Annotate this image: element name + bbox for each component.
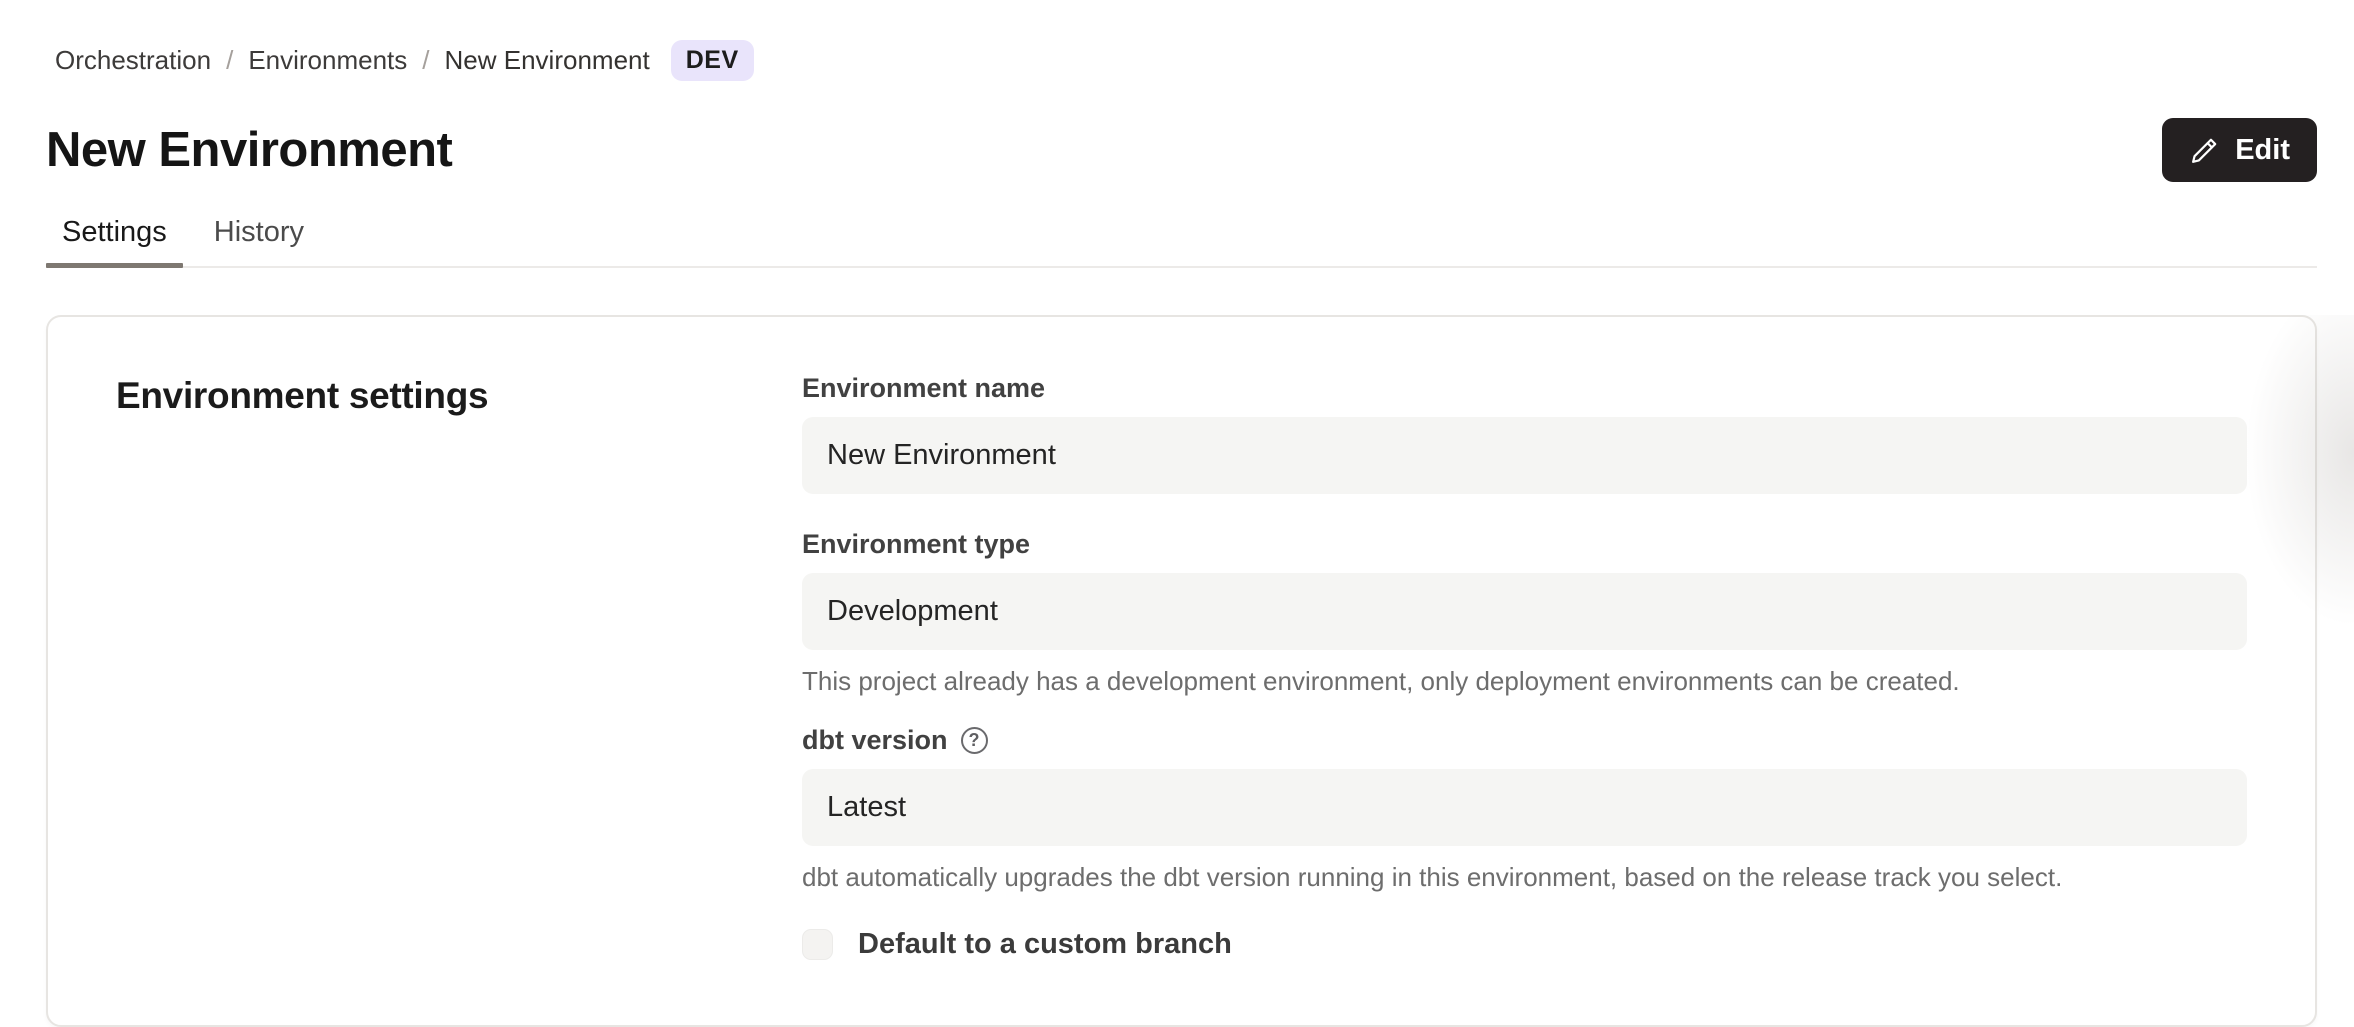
environment-type-badge: DEV bbox=[671, 40, 754, 81]
page-header: New Environment Edit bbox=[46, 118, 2317, 182]
breadcrumb-item-orchestration[interactable]: Orchestration bbox=[55, 45, 211, 76]
environment-name-label: Environment name bbox=[802, 371, 1045, 405]
custom-branch-label: Default to a custom branch bbox=[858, 928, 1232, 961]
breadcrumb-separator: / bbox=[226, 45, 233, 76]
custom-branch-checkbox[interactable] bbox=[802, 929, 833, 960]
breadcrumb-item-new-environment: New Environment bbox=[445, 45, 650, 76]
dbt-version-label-row: dbt version ? bbox=[802, 723, 2247, 757]
page: Orchestration / Environments / New Envir… bbox=[0, 0, 2354, 1027]
field-environment-type: Environment type Development This projec… bbox=[802, 527, 2247, 698]
tab-settings[interactable]: Settings bbox=[46, 210, 183, 266]
dbt-version-label: dbt version bbox=[802, 723, 948, 757]
help-icon[interactable]: ? bbox=[961, 727, 988, 754]
edit-button-label: Edit bbox=[2235, 134, 2290, 167]
tab-history[interactable]: History bbox=[198, 210, 320, 266]
environment-settings-form: Environment name New Environment Environ… bbox=[802, 371, 2247, 961]
section-title: Environment settings bbox=[116, 375, 802, 961]
tab-history-label: History bbox=[214, 216, 304, 248]
environment-settings-card: Environment settings Environment name Ne… bbox=[46, 315, 2317, 1027]
breadcrumb-separator: / bbox=[422, 45, 429, 76]
breadcrumb: Orchestration / Environments / New Envir… bbox=[46, 38, 2317, 82]
breadcrumb-item-environments[interactable]: Environments bbox=[248, 45, 407, 76]
environment-type-input[interactable]: Development bbox=[802, 573, 2247, 650]
environment-type-helper-text: This project already has a development e… bbox=[802, 665, 2247, 698]
edit-button[interactable]: Edit bbox=[2162, 118, 2317, 182]
custom-branch-row: Default to a custom branch bbox=[802, 928, 2247, 961]
content-area: Environment settings Environment name Ne… bbox=[46, 315, 2317, 1027]
pencil-icon bbox=[2189, 135, 2220, 166]
environment-name-label-row: Environment name bbox=[802, 371, 2247, 405]
field-environment-name: Environment name New Environment bbox=[802, 371, 2247, 494]
field-dbt-version: dbt version ? Latest dbt automatically u… bbox=[802, 723, 2247, 894]
environment-name-input[interactable]: New Environment bbox=[802, 417, 2247, 494]
page-title: New Environment bbox=[46, 120, 452, 180]
environment-type-label: Environment type bbox=[802, 527, 1030, 561]
dbt-version-helper-text: dbt automatically upgrades the dbt versi… bbox=[802, 861, 2247, 894]
tab-settings-label: Settings bbox=[62, 216, 167, 248]
tab-bar: Settings History bbox=[46, 210, 2317, 268]
dbt-version-input[interactable]: Latest bbox=[802, 769, 2247, 846]
environment-type-label-row: Environment type bbox=[802, 527, 2247, 561]
